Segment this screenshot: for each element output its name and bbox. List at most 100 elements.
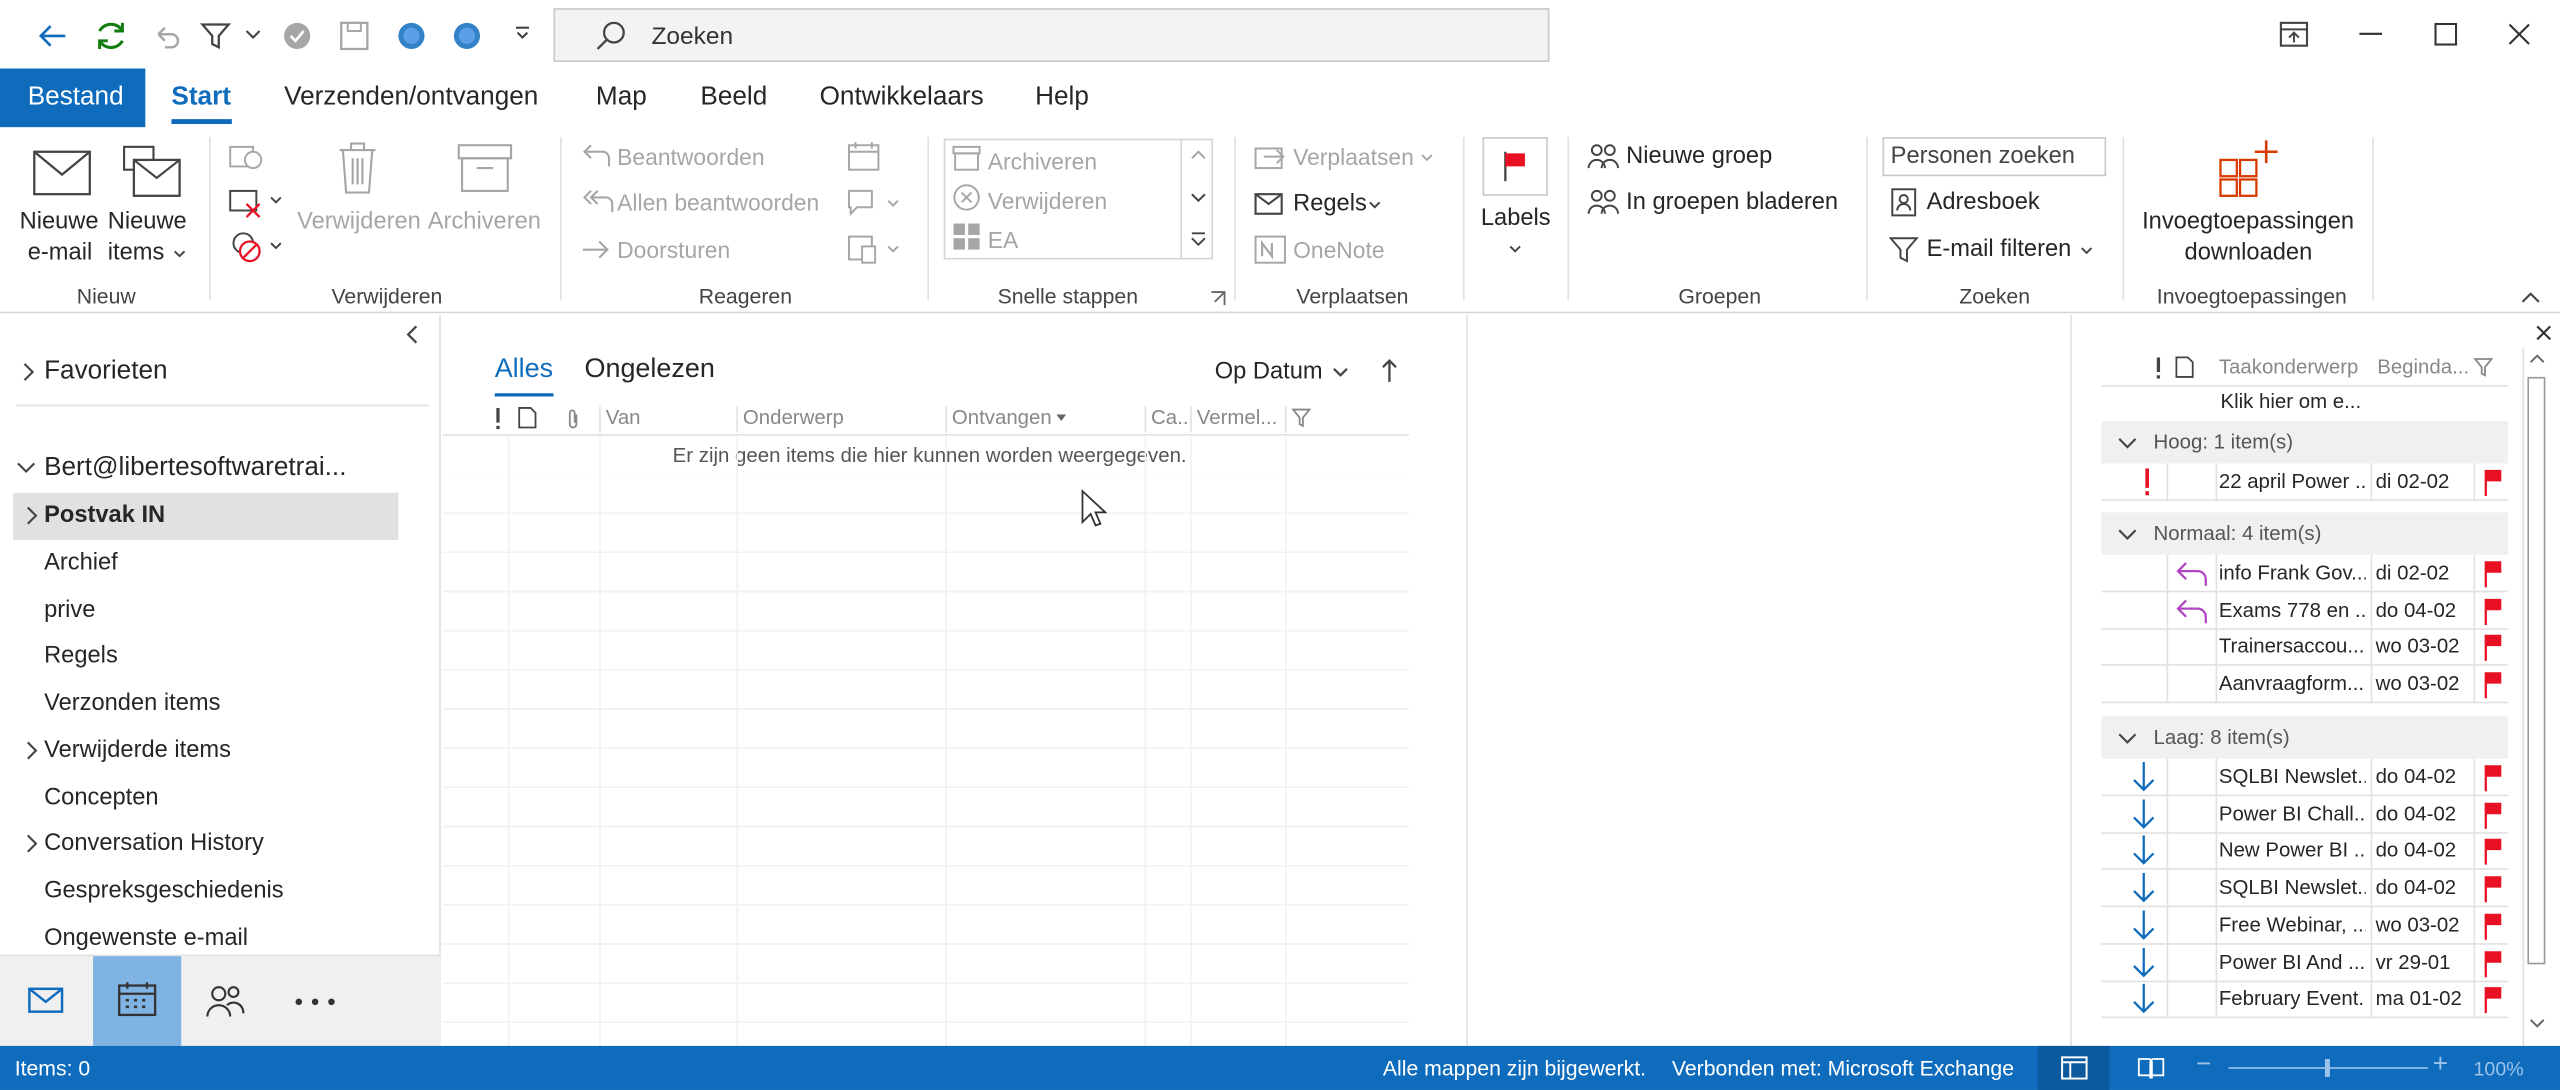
chevron-down-icon[interactable] [887, 245, 900, 255]
chevron-down-icon[interactable] [1190, 193, 1206, 203]
browse-groups-button[interactable]: In groepen bladeren [1587, 186, 1848, 222]
column-ontvangen[interactable]: Ontvangen [945, 406, 1144, 433]
task-row[interactable]: Power BI Chall... do 04-02 [2101, 795, 2508, 834]
ignore-icon[interactable] [229, 140, 265, 173]
status-connection[interactable]: Verbonden met: Microsoft Exchange [1672, 1056, 2014, 1080]
archive-button[interactable]: Archiveren [428, 140, 546, 254]
more-icon[interactable] [294, 997, 336, 1007]
delete-button[interactable]: Verwijderen [294, 140, 421, 254]
column-vermelding[interactable]: Vermel... [1190, 406, 1285, 433]
folder-deleted[interactable]: Verwijderde items [44, 738, 231, 764]
tab-ontwikkelaars[interactable]: Ontwikkelaars [820, 83, 984, 112]
close-icon[interactable] [2508, 23, 2531, 46]
tab-verzenden-ontvangen[interactable]: Verzenden/ontvangen [284, 83, 538, 112]
back-arrow-icon[interactable] [36, 20, 69, 53]
junk-icon[interactable] [229, 228, 265, 264]
reply-button[interactable]: Beantwoorden [581, 140, 842, 176]
flag-icon[interactable] [2483, 875, 2503, 903]
column-categorie[interactable]: Ca... [1144, 406, 1190, 433]
task-group-header[interactable]: Laag: 8 item(s) [2101, 716, 2508, 759]
account-name[interactable]: Bert@libertesoftwaretrai... [44, 454, 346, 483]
chevron-down-icon[interactable] [269, 241, 282, 251]
tab-map[interactable]: Map [596, 83, 647, 112]
task-group-header[interactable]: Normaal: 4 item(s) [2101, 512, 2508, 555]
folder-inbox[interactable]: Postvak IN [44, 503, 165, 529]
folder-drafts[interactable]: Concepten [44, 785, 159, 811]
new-email-button[interactable]: Nieuwe e-mail [13, 140, 108, 271]
flag-icon[interactable] [2483, 671, 2503, 699]
tab-unread[interactable]: Ongelezen [585, 354, 715, 385]
search-input[interactable]: Zoeken [553, 8, 1550, 63]
flag-icon[interactable] [2483, 468, 2503, 497]
document-icon[interactable] [518, 406, 538, 429]
attachment-icon[interactable] [565, 408, 581, 429]
scroll-down-icon[interactable] [2529, 1018, 2545, 1028]
tab-start[interactable]: Start [171, 83, 231, 112]
task-row[interactable]: SQLBI Newslet... do 04-02 [2101, 758, 2508, 797]
flag-icon[interactable] [2483, 986, 2503, 1014]
collapse-ribbon-icon[interactable] [2521, 290, 2541, 303]
chevron-down-icon[interactable] [245, 28, 261, 41]
zoom-slider-thumb[interactable] [2324, 1058, 2330, 1077]
address-book-button[interactable]: Adresboek [1889, 186, 2085, 222]
column-begindatum[interactable]: Beginda... [2377, 356, 2469, 379]
mail-icon[interactable] [28, 987, 64, 1013]
chevron-down-icon[interactable] [1332, 367, 1348, 378]
flag-icon[interactable] [2483, 597, 2503, 625]
search-people-input[interactable]: Personen zoeken [1882, 137, 2107, 177]
task-row[interactable]: Power BI And ... vr 29-01 [2101, 943, 2508, 982]
minimize-icon[interactable] [2359, 32, 2383, 36]
flag-filter-icon[interactable] [2473, 357, 2494, 378]
flag-icon[interactable] [2483, 801, 2503, 829]
chevron-down-icon[interactable] [887, 199, 900, 209]
reading-view-icon[interactable] [2137, 1056, 2165, 1080]
flag-icon[interactable] [2483, 912, 2503, 940]
meeting-reply-icon[interactable] [846, 140, 882, 173]
zoom-out-button[interactable]: − [2196, 1051, 2211, 1080]
folder-regels[interactable]: Regels [44, 643, 118, 669]
folder-archief[interactable]: Archief [44, 550, 118, 576]
flag-icon[interactable] [2483, 949, 2503, 977]
scroll-thumb[interactable] [2527, 376, 2546, 965]
folder-prive[interactable]: prive [44, 597, 95, 623]
undo-icon[interactable] [150, 20, 183, 53]
more-icon[interactable] [1190, 232, 1206, 248]
chevron-down-icon[interactable] [269, 196, 282, 206]
zoom-level[interactable]: 100% [2474, 1057, 2524, 1080]
check-circle-icon[interactable] [281, 20, 314, 53]
onenote-button[interactable]: OneNote [1254, 233, 1417, 269]
flag-filter-icon[interactable] [1291, 408, 1312, 429]
importance-icon[interactable] [2155, 357, 2162, 379]
task-row[interactable]: Exams 778 en ... do 04-02 [2101, 591, 2508, 630]
tab-bestand[interactable]: Bestand [0, 68, 146, 128]
task-row[interactable]: New Power BI ... do 04-02 [2101, 832, 2508, 871]
quick-steps-gallery[interactable]: Archiveren Verwijderen EA [943, 138, 1214, 260]
new-task-input[interactable]: Klik hier om e... [2220, 390, 2361, 413]
new-items-button[interactable]: Nieuwe items [104, 140, 199, 271]
circle-icon[interactable] [395, 20, 428, 53]
folder-junk[interactable]: Ongewenste e-mail [44, 925, 248, 951]
folder-sent[interactable]: Verzonden items [44, 690, 220, 716]
maximize-icon[interactable] [2434, 22, 2458, 46]
move-button[interactable]: Verplaatsen [1254, 140, 1450, 176]
forward-button[interactable]: Doorsturen [581, 233, 842, 269]
task-row[interactable]: info Frank Gov... di 02-02 [2101, 554, 2508, 593]
filter-email-button[interactable]: E-mail filteren [1889, 233, 2118, 269]
scrollbar[interactable] [2522, 347, 2549, 1046]
task-group-header[interactable]: Hoog: 1 item(s) [2101, 420, 2508, 464]
chevron-right-icon[interactable] [24, 741, 38, 761]
flag-icon[interactable] [2483, 634, 2503, 662]
ribbon-display-icon[interactable] [2279, 21, 2309, 47]
get-addins-button[interactable]: Invoegtoepassingen downloaden [2139, 137, 2358, 274]
flag-icon[interactable] [2483, 560, 2503, 588]
dialog-launcher-icon[interactable] [1210, 290, 1226, 306]
folder-conversation-history[interactable]: Conversation History [44, 831, 264, 857]
more-reply-icon[interactable] [846, 233, 882, 266]
rules-button[interactable]: Regels [1254, 188, 1417, 224]
collapse-pane-icon[interactable] [403, 325, 419, 345]
customize-toolbar-icon[interactable] [513, 24, 533, 40]
column-onderwerp[interactable]: Onderwerp [736, 406, 945, 433]
importance-icon[interactable] [495, 407, 502, 430]
task-row[interactable]: February Event... ma 01-02 [2101, 980, 2508, 1019]
task-row[interactable]: 22 april Power ... di 02-02 [2101, 463, 2508, 501]
